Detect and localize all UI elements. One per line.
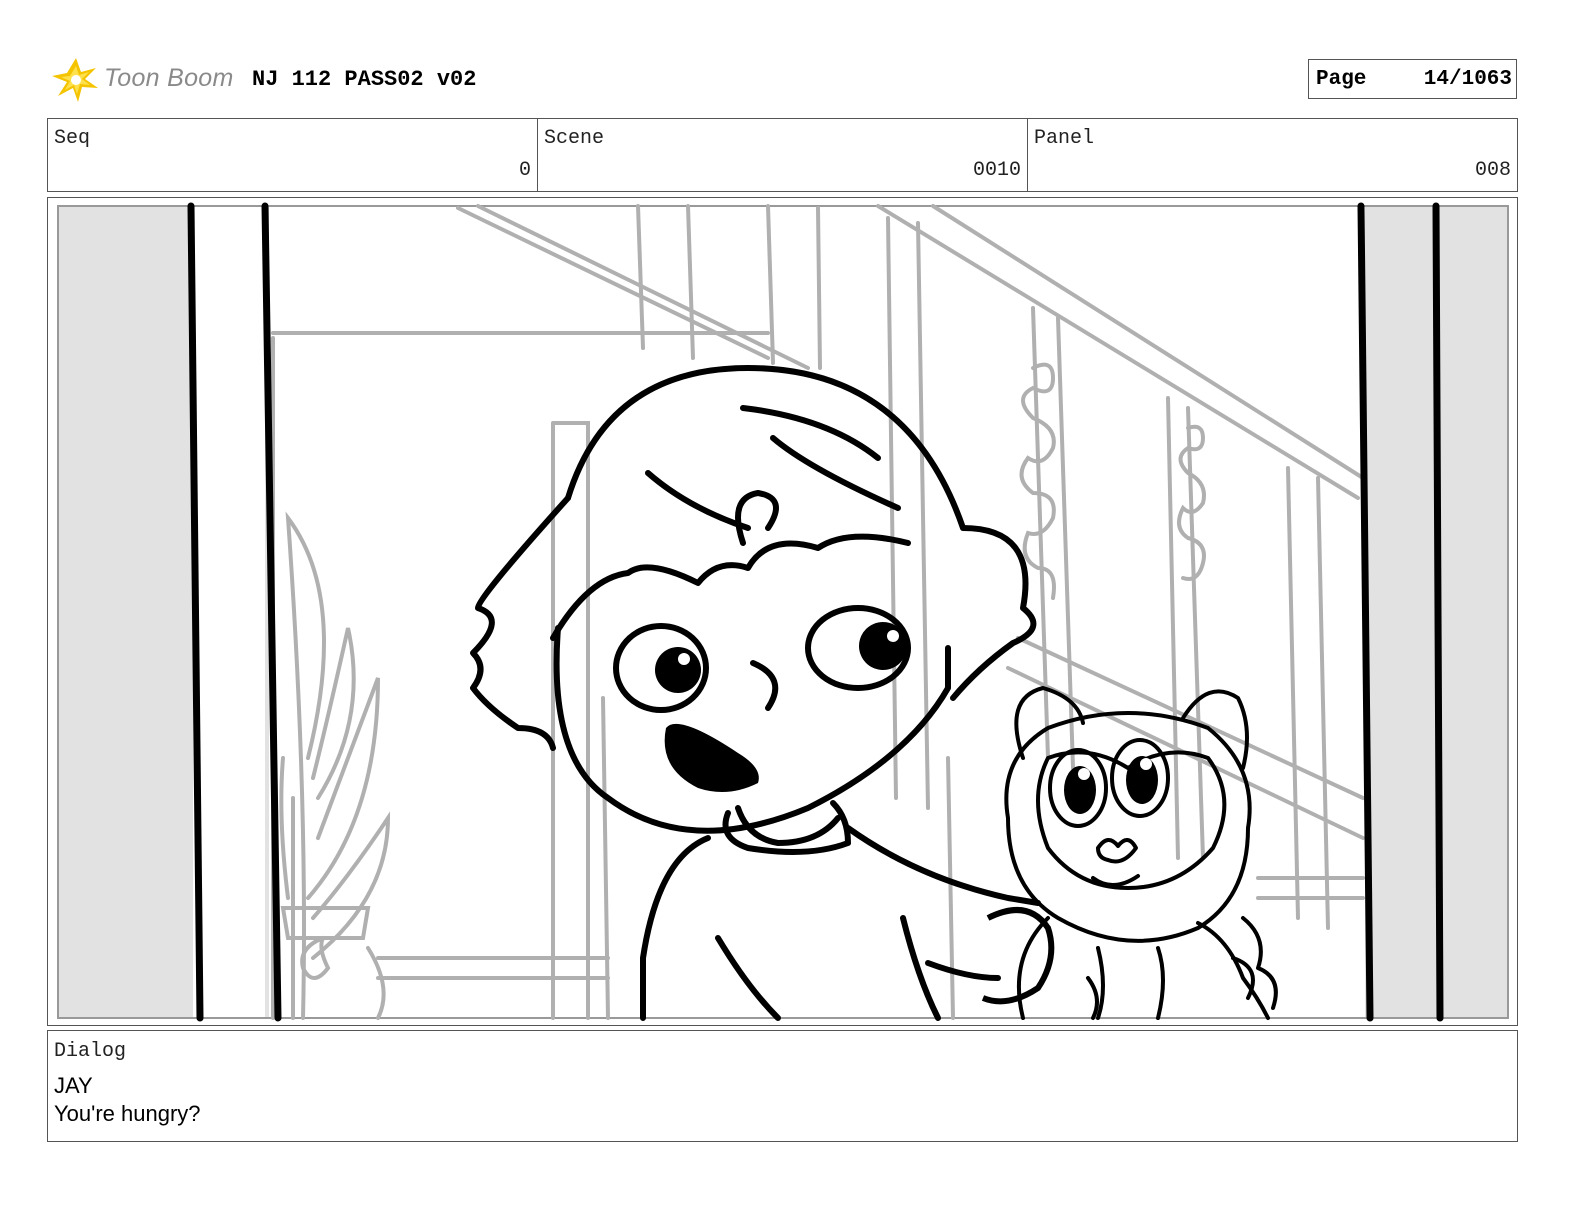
left-door-gap	[193, 207, 265, 1017]
storyboard-panel	[47, 197, 1518, 1026]
project-title: NJ 112 PASS02 v02	[252, 67, 477, 92]
seq-label: Seq	[54, 127, 91, 150]
logo-text: Toon Boom	[104, 64, 234, 92]
seq-value: 0	[518, 159, 531, 182]
page-label: Page	[1316, 68, 1367, 91]
page-indicator: Page 14/1063	[1308, 59, 1517, 99]
panel-cell: Panel 008	[1028, 119, 1517, 191]
panel-value: 008	[1474, 159, 1511, 182]
panel-label: Panel	[1034, 127, 1095, 150]
scene-value: 0010	[972, 159, 1021, 182]
dialog-line: You're hungry?	[54, 1101, 201, 1126]
dialog-box: Dialog JAY You're hungry?	[47, 1030, 1518, 1142]
storyboard-drawing	[57, 202, 1509, 1022]
scene-cell: Scene 0010	[538, 119, 1028, 191]
seq-cell: Seq 0	[48, 119, 538, 191]
scene-label: Scene	[544, 127, 605, 150]
dialog-label: Dialog	[54, 1040, 127, 1063]
dialog-speaker: JAY	[54, 1073, 93, 1098]
shot-info-table: Seq 0 Scene 0010 Panel 008	[47, 118, 1518, 192]
page-number: 14/1063	[1423, 68, 1512, 91]
